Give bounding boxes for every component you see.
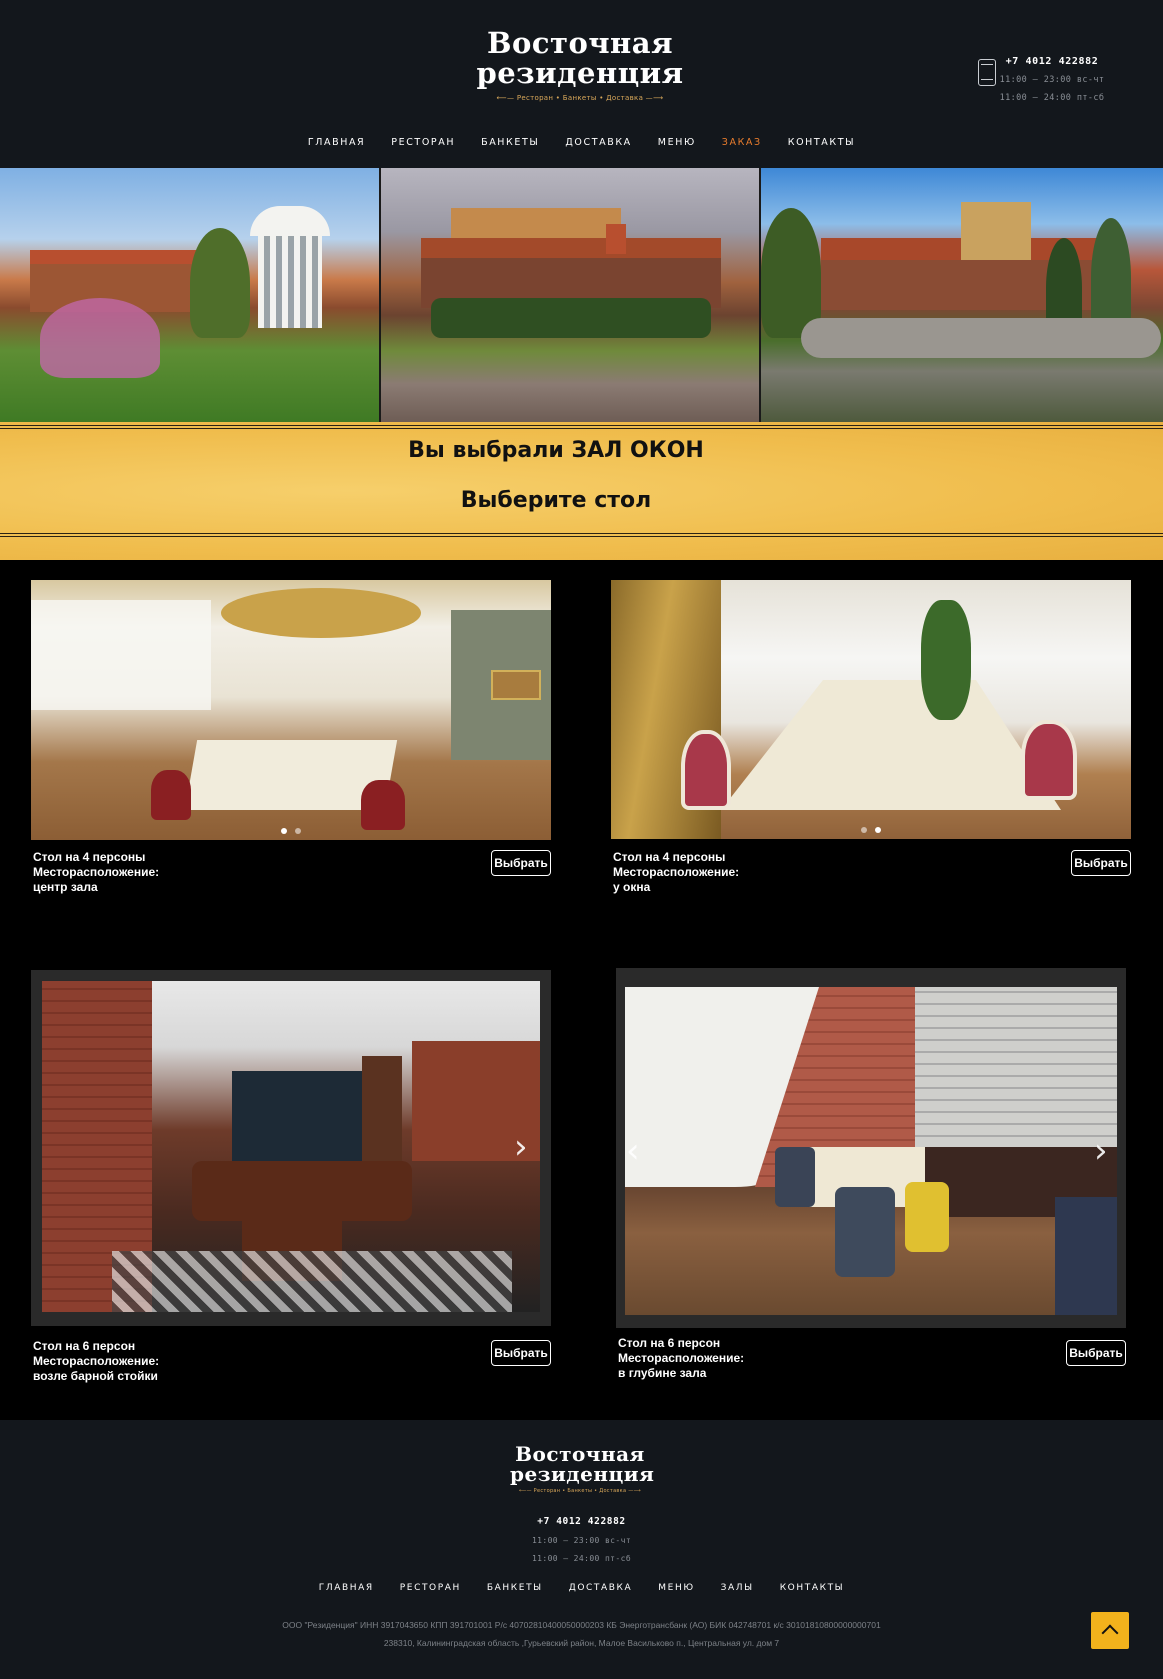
footer-contacts: +7 4012 422882 11:00 – 23:00 вс-чт 11:00…	[0, 1516, 1163, 1563]
carousel-dots-2	[611, 827, 1131, 833]
footer-nav-home[interactable]: ГЛАВНАЯ	[319, 1583, 374, 1593]
footer-nav: ГЛАВНАЯ РЕСТОРАН БАНКЕТЫ ДОСТАВКА МЕНЮ З…	[0, 1583, 1163, 1593]
table-location: Месторасположение: центр зала	[33, 865, 160, 894]
logo-title-line2: резиденция	[476, 56, 684, 90]
hero-photo-pond	[761, 168, 1163, 422]
footer-logo-line1: Восточная	[515, 1442, 645, 1466]
logo-tagline: ⟵— Ресторан • Банкеты • Доставка —⟶	[496, 94, 664, 102]
select-table-button[interactable]: Выбрать	[1071, 850, 1131, 876]
footer-nav-halls[interactable]: ЗАЛЫ	[721, 1583, 754, 1593]
table-info-1: Стол на 4 персоны Месторасположение: цен…	[33, 850, 159, 895]
footer-nav-restaurant[interactable]: РЕСТОРАН	[400, 1583, 461, 1593]
select-table-button[interactable]: Выбрать	[491, 850, 551, 876]
table-location: Месторасположение: у окна	[613, 865, 740, 894]
footer-logo[interactable]: Восточная резиденция ⟵— Ресторан • Банке…	[510, 1442, 655, 1494]
selected-hall-heading: Вы выбрали ЗАЛ ОКОН	[408, 438, 704, 463]
footer-nav-delivery[interactable]: ДОСТАВКА	[569, 1583, 633, 1593]
nav-item-home[interactable]: ГЛАВНАЯ	[308, 137, 365, 148]
site-logo[interactable]: Восточная резиденция ⟵— Ресторан • Банке…	[470, 28, 690, 102]
nav-item-delivery[interactable]: ДОСТАВКА	[565, 137, 631, 148]
carousel-next-icon[interactable]: ›	[1094, 1134, 1108, 1168]
table-capacity: Стол на 4 персоны	[33, 850, 146, 864]
table-photo-2[interactable]	[611, 580, 1131, 839]
table-photo-1[interactable]	[31, 580, 551, 840]
carousel-dots-1	[31, 828, 551, 834]
footer-phone[interactable]: +7 4012 422882	[0, 1516, 1163, 1527]
select-table-button[interactable]: Выбрать	[1066, 1340, 1126, 1366]
carousel-next-icon[interactable]: ›	[514, 1130, 528, 1164]
chevron-up-icon[interactable]	[1091, 1612, 1129, 1649]
nav-item-banquets[interactable]: БАНКЕТЫ	[481, 137, 539, 148]
table-info-3: Стол на 6 персон Месторасположение: возл…	[33, 1339, 159, 1384]
select-table-button[interactable]: Выбрать	[491, 1340, 551, 1366]
hero-gallery	[0, 168, 1163, 422]
footer-logo-line2: резиденция	[510, 1462, 655, 1486]
choose-table-heading: Выберите стол	[460, 488, 652, 513]
table-photo-4[interactable]: ‹ ›	[616, 968, 1126, 1328]
mobile-phone-icon	[978, 59, 996, 86]
hero-photo-gazebo	[0, 168, 381, 422]
nav-item-menu[interactable]: МЕНЮ	[658, 137, 696, 148]
table-info-2: Стол на 4 персоны Месторасположение: у о…	[613, 850, 739, 895]
footer-logo-tagline: ⟵— Ресторан • Банкеты • Доставка —⟶	[518, 1488, 642, 1494]
legal-address: 238310, Калининградская область ,Гурьевс…	[383, 1638, 780, 1648]
site-header: Восточная резиденция ⟵— Ресторан • Банке…	[0, 0, 1163, 168]
header-phone[interactable]: +7 4012 422882	[997, 56, 1107, 67]
table-location: Месторасположение: в глубине зала	[618, 1351, 745, 1380]
footer-hours-weekend: 11:00 – 24:00 пт-сб	[531, 1554, 632, 1563]
table-capacity: Стол на 6 персон	[33, 1339, 136, 1353]
table-capacity: Стол на 6 персон	[618, 1336, 721, 1350]
nav-item-restaurant[interactable]: РЕСТОРАН	[391, 137, 455, 148]
carousel-dot[interactable]	[281, 828, 287, 834]
header-contacts: +7 4012 422882 11:00 – 23:00 вс-чт 11:00…	[997, 56, 1107, 103]
hours-weekdays: 11:00 – 23:00 вс-чт	[999, 75, 1105, 85]
hero-photo-facade	[381, 168, 761, 422]
footer-nav-banquets[interactable]: БАНКЕТЫ	[487, 1583, 543, 1593]
carousel-prev-icon[interactable]: ‹	[626, 1134, 640, 1168]
logo-title-line1: Восточная	[487, 26, 673, 60]
selection-banner: Вы выбрали ЗАЛ ОКОН Выберите стол	[0, 422, 1163, 560]
nav-item-contacts[interactable]: КОНТАКТЫ	[788, 137, 855, 148]
table-capacity: Стол на 4 персоны	[613, 850, 726, 864]
nav-item-order[interactable]: ЗАКАЗ	[722, 137, 762, 148]
footer-nav-contacts[interactable]: КОНТАКТЫ	[780, 1583, 845, 1593]
table-info-4: Стол на 6 персон Месторасположение: в гл…	[618, 1336, 744, 1381]
carousel-dot[interactable]	[875, 827, 881, 833]
table-location: Месторасположение: возле барной стойки	[33, 1354, 160, 1383]
site-footer: Восточная резиденция ⟵— Ресторан • Банке…	[0, 1420, 1163, 1679]
table-photo-3[interactable]: ›	[31, 970, 551, 1326]
main-nav: ГЛАВНАЯ РЕСТОРАН БАНКЕТЫ ДОСТАВКА МЕНЮ З…	[0, 137, 1163, 148]
hours-weekend: 11:00 – 24:00 пт-сб	[999, 93, 1105, 103]
carousel-dot[interactable]	[295, 828, 301, 834]
carousel-dot[interactable]	[861, 827, 867, 833]
legal-details: ООО "Резиденция" ИНН 3917043650 КПП 3917…	[282, 1620, 881, 1630]
footer-nav-menu[interactable]: МЕНЮ	[658, 1583, 694, 1593]
footer-hours-weekdays: 11:00 – 23:00 вс-чт	[531, 1536, 632, 1545]
